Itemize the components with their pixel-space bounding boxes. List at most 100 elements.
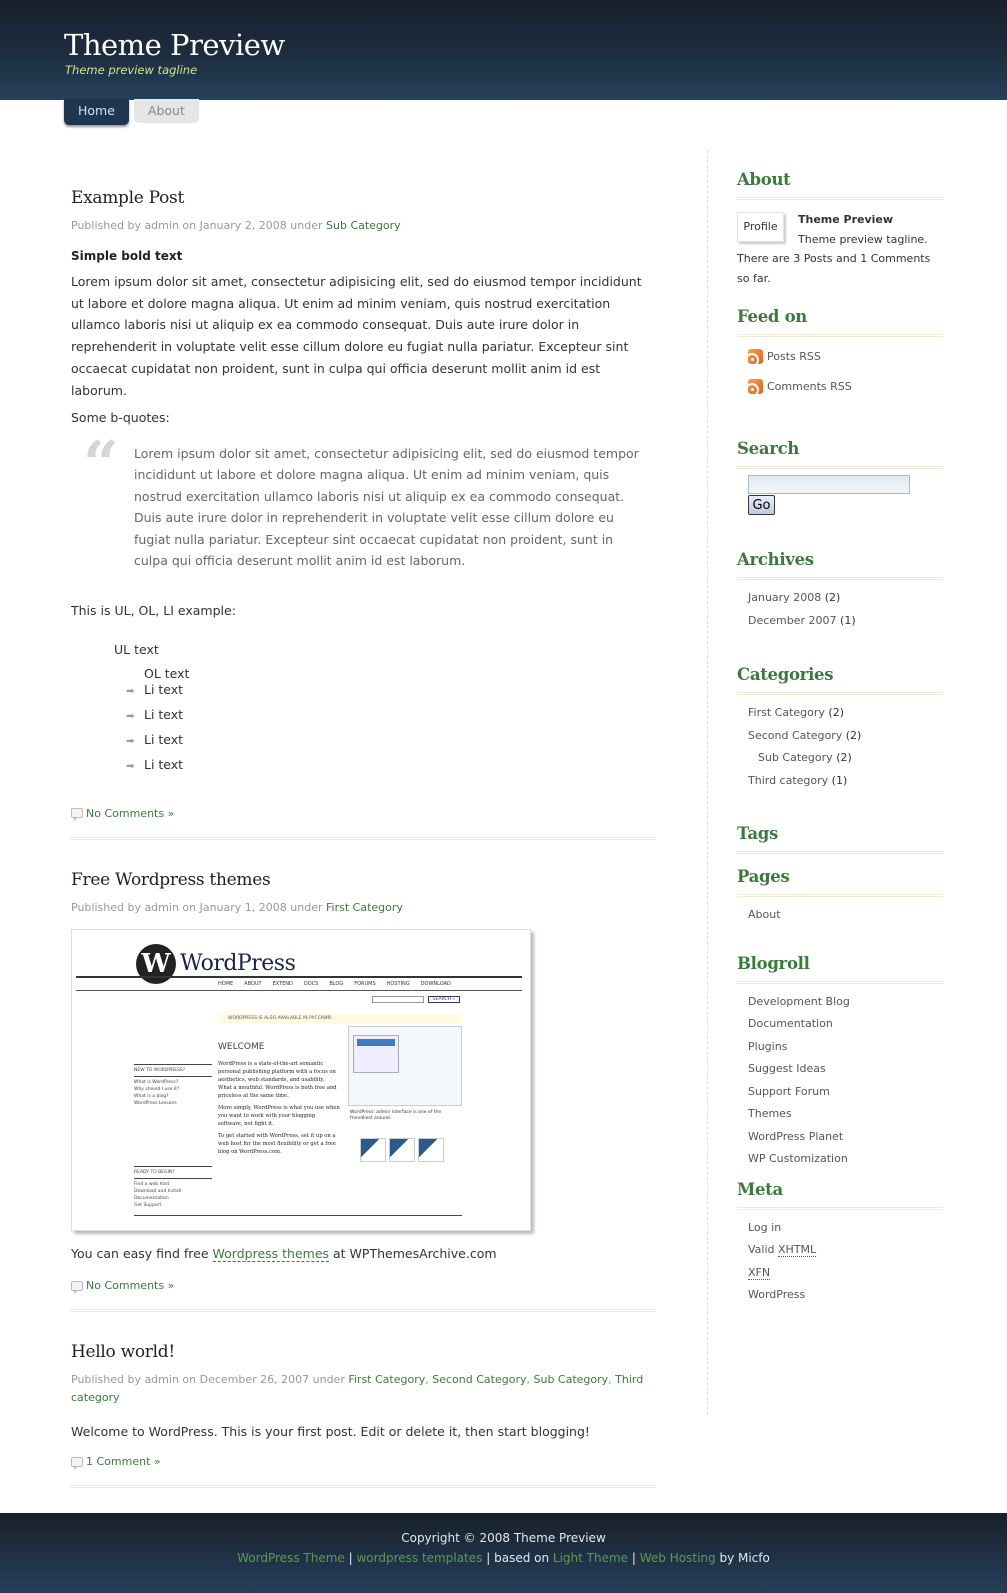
footer-link-light-theme[interactable]: Light Theme bbox=[553, 1551, 628, 1565]
meta-item-login[interactable]: Log in bbox=[748, 1220, 943, 1243]
comment-bubble-icon bbox=[71, 808, 83, 822]
post-title[interactable]: Free Wordpress themes bbox=[71, 870, 656, 890]
footer-link-wordpress-templates[interactable]: wordpress templates bbox=[356, 1551, 482, 1565]
widget-title: Archives bbox=[737, 550, 814, 569]
post-meta: Published by admin on January 2, 2008 un… bbox=[71, 217, 656, 235]
widget-search: Search Go bbox=[737, 437, 943, 515]
post-paragraph: Welcome to WordPress. This is your first… bbox=[71, 1424, 590, 1440]
blogroll-item[interactable]: Plugins bbox=[748, 1039, 943, 1062]
bold-text: Simple bold text bbox=[71, 249, 183, 263]
page-item[interactable]: About bbox=[748, 907, 943, 930]
blogroll-item[interactable]: Support Forum bbox=[748, 1084, 943, 1107]
site-title[interactable]: Theme Preview bbox=[64, 28, 285, 62]
blogroll-item[interactable]: Development Blog bbox=[748, 994, 943, 1017]
footer-links: WordPress Theme | wordpress templates | … bbox=[237, 1551, 770, 1565]
categories-list: First Category (2) Second Category (2) S… bbox=[737, 705, 943, 795]
blogroll-item[interactable]: Suggest Ideas bbox=[748, 1061, 943, 1084]
search-input[interactable] bbox=[748, 475, 910, 494]
comments-link[interactable]: 1 Comment » bbox=[71, 1455, 656, 1470]
list-item: ➡ Li text bbox=[126, 756, 656, 781]
post-paragraph: Lorem ipsum dolor sit amet, consectetur … bbox=[71, 274, 642, 398]
comment-bubble-icon bbox=[71, 1280, 83, 1294]
ul-text: UL text bbox=[114, 641, 159, 657]
list-intro: This is UL, OL, LI example: bbox=[71, 602, 236, 618]
post-meta: Published by admin on December 26, 2007 … bbox=[71, 1373, 644, 1405]
widget-blogroll: Blogroll Development Blog Documentation … bbox=[737, 952, 943, 1174]
wp-nav: HOME ABOUT EXTEND DOCS BLOG FORUMS HOSTI… bbox=[218, 980, 451, 987]
widget-title: Tags bbox=[737, 824, 779, 843]
category-item[interactable]: Sub Category (2) bbox=[748, 750, 943, 773]
post-separator bbox=[71, 1309, 656, 1313]
nav-tab-about[interactable]: About bbox=[133, 99, 199, 123]
site-header: Theme Preview Theme preview tagline bbox=[0, 0, 1007, 100]
category-link[interactable]: Sub Category bbox=[533, 1373, 608, 1386]
comments-link[interactable]: No Comments » bbox=[71, 1279, 656, 1294]
blogroll-item[interactable]: Themes bbox=[748, 1106, 943, 1129]
post-example: Example Post Published by admin on Janua… bbox=[71, 188, 656, 840]
post-title[interactable]: Example Post bbox=[71, 188, 656, 208]
category-link[interactable]: Sub Category bbox=[326, 219, 401, 232]
blockquote-text: Lorem ipsum dolor sit amet, consectetur … bbox=[134, 445, 639, 569]
category-item[interactable]: Third category (1) bbox=[748, 773, 943, 796]
meta-item-xfn[interactable]: XFN bbox=[748, 1265, 943, 1288]
arrow-icon: ➡ bbox=[126, 760, 135, 772]
widget-archives: Archives January 2008 (2) December 2007 … bbox=[737, 548, 943, 635]
blogroll-item[interactable]: WP Customization bbox=[748, 1151, 943, 1174]
comments-rss-link[interactable]: Comments RSS bbox=[737, 371, 943, 401]
pages-list: About bbox=[737, 907, 943, 930]
post-image: W WordPress HOME ABOUT EXTEND DOCS BLOG … bbox=[71, 928, 531, 1231]
arrow-icon: ➡ bbox=[126, 685, 135, 697]
list-example: UL text OL text ➡ Li text ➡ Li text ➡ Li te… bbox=[71, 642, 656, 781]
post-meta-text: Published by admin on December 26, 2007 … bbox=[71, 1373, 345, 1387]
comments-link[interactable]: No Comments » bbox=[71, 807, 656, 822]
search-go-button[interactable]: Go bbox=[748, 495, 775, 515]
archive-item[interactable]: January 2008 (2) bbox=[748, 590, 943, 613]
post-hello-world: Hello world! Published by admin on Decem… bbox=[71, 1342, 656, 1489]
blockquote: “ Lorem ipsum dolor sit amet, consectetu… bbox=[71, 432, 646, 572]
meta-list: Log in Valid XHTML XFN WordPress bbox=[737, 1220, 943, 1310]
nav-tab-home[interactable]: Home bbox=[64, 99, 129, 125]
blogroll-item[interactable]: Documentation bbox=[748, 1016, 943, 1039]
meta-item-wordpress[interactable]: WordPress bbox=[748, 1287, 943, 1310]
wordpress-themes-link[interactable]: Wordpress themes bbox=[212, 1245, 330, 1262]
category-link[interactable]: First Category bbox=[326, 901, 403, 914]
category-item[interactable]: First Category (2) bbox=[748, 705, 943, 728]
widget-title: Blogroll bbox=[737, 953, 810, 973]
widget-about: About Profile Theme Preview Theme previe… bbox=[737, 168, 943, 288]
meta-item-valid-xhtml[interactable]: Valid XHTML bbox=[748, 1242, 943, 1265]
main-nav: Home About bbox=[64, 99, 199, 125]
widget-categories: Categories First Category (2) Second Cat… bbox=[737, 663, 943, 795]
main-content: Example Post Published by admin on Janua… bbox=[71, 188, 656, 1489]
wordpress-logo-icon: W bbox=[136, 943, 176, 984]
site-footer: Copyright © 2008 Theme Preview WordPress… bbox=[0, 1513, 1007, 1593]
site-tagline: Theme preview tagline bbox=[65, 63, 198, 77]
widget-title: About bbox=[737, 170, 791, 189]
post-title[interactable]: Hello world! bbox=[71, 1342, 656, 1362]
widget-title: Feed on bbox=[737, 307, 807, 326]
post-separator bbox=[71, 1485, 656, 1489]
blogroll-item[interactable]: WordPress Planet bbox=[748, 1129, 943, 1152]
post-free-themes: Free Wordpress themes Published by admin… bbox=[71, 870, 656, 1313]
widget-title: Meta bbox=[737, 1179, 783, 1199]
archive-item[interactable]: December 2007 (1) bbox=[748, 613, 943, 636]
widget-meta: Meta Log in Valid XHTML XFN WordPress bbox=[737, 1178, 943, 1310]
posts-rss-link[interactable]: Posts RSS bbox=[737, 341, 943, 371]
sidebar: About Profile Theme Preview Theme previe… bbox=[737, 168, 943, 1310]
footer-link-web-hosting[interactable]: Web Hosting bbox=[640, 1551, 716, 1565]
category-link[interactable]: First Category bbox=[348, 1373, 425, 1386]
post-meta-text: Published by admin on January 2, 2008 un… bbox=[71, 219, 323, 232]
category-item[interactable]: Second Category (2) bbox=[748, 728, 943, 751]
comment-bubble-icon bbox=[71, 1456, 83, 1470]
widget-title: Search bbox=[737, 439, 800, 458]
footer-link-wordpress-theme[interactable]: WordPress Theme bbox=[237, 1551, 345, 1565]
post-meta-text: Published by admin on January 1, 2008 un… bbox=[71, 900, 323, 914]
arrow-icon: ➡ bbox=[126, 735, 135, 747]
ol-text: OL text bbox=[144, 665, 190, 681]
footer-copyright: Copyright © 2008 Theme Preview bbox=[401, 1531, 606, 1545]
widget-title: Categories bbox=[737, 665, 834, 684]
category-link[interactable]: Second Category bbox=[432, 1373, 526, 1386]
bquote-intro: Some b-quotes: bbox=[71, 410, 170, 426]
list-item: ➡ Li text bbox=[126, 706, 656, 731]
blogroll-list: Development Blog Documentation Plugins S… bbox=[737, 994, 943, 1174]
profile-image: Profile bbox=[737, 212, 784, 242]
